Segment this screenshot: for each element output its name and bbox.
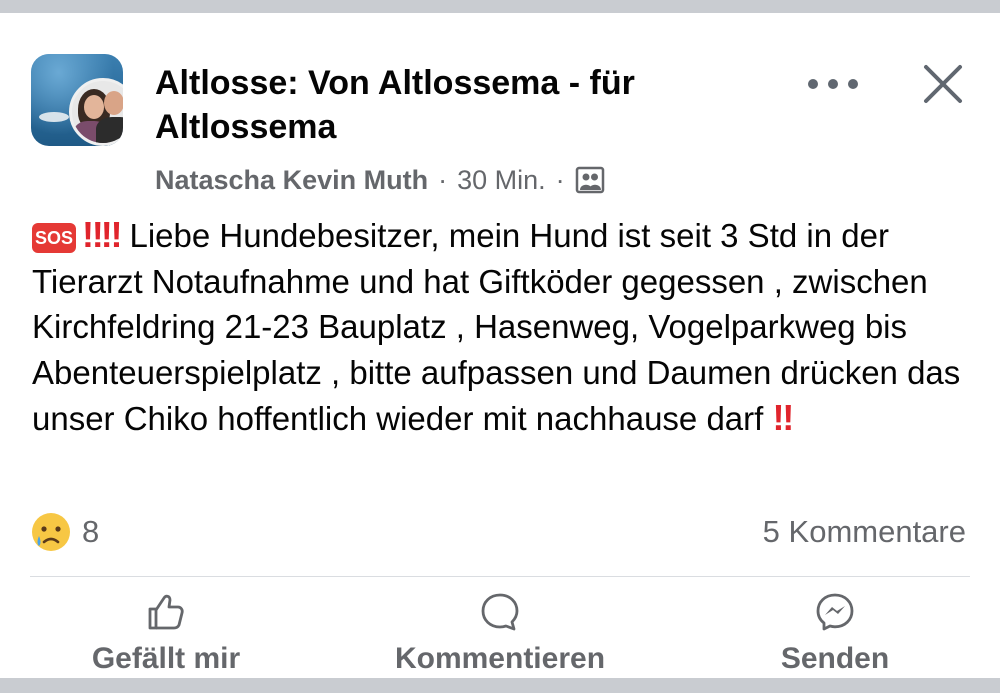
post-message: Liebe Hundebesitzer, mein Hund ist seit … [32, 217, 961, 437]
sos-emoji: SOS [32, 223, 76, 253]
avatar-wave [39, 112, 69, 122]
author-avatar[interactable] [69, 78, 123, 146]
meta-separator: · [438, 165, 448, 195]
dot [828, 79, 838, 89]
close-icon[interactable] [920, 61, 966, 107]
group-avatar[interactable] [31, 54, 123, 146]
thumbs-up-icon [148, 594, 184, 630]
comment-icon [481, 593, 519, 631]
comment-label: Kommentieren [394, 642, 606, 675]
sad-crying-emoji[interactable] [30, 511, 72, 553]
divider [30, 576, 970, 577]
avatar-person-face [84, 95, 104, 119]
group-title[interactable]: Altlosse: Von Altlossema - für Altlossem… [155, 61, 755, 149]
post-text: SOS ‼‼ Liebe Hundebesitzer, mein Hund ist … [32, 212, 972, 442]
send-label: Senden [780, 642, 890, 675]
group-icon [575, 166, 604, 194]
like-label: Gefällt mir [91, 642, 241, 675]
messenger-icon [816, 593, 854, 631]
dot [808, 79, 818, 89]
dot [848, 79, 858, 89]
double-exclamation-emoji: ‼ [772, 397, 794, 438]
avatar-person2-body [96, 117, 123, 143]
like-button[interactable]: Gefällt mir [75, 591, 257, 681]
author-name[interactable]: Natascha Kevin Muth [155, 163, 428, 197]
post-time[interactable]: 30 Min. [457, 163, 546, 197]
comments-count[interactable]: 5 Kommentare [763, 513, 966, 551]
reaction-count[interactable]: 8 [82, 513, 99, 551]
meta-separator: · [555, 165, 565, 195]
avatar-person2-face [104, 91, 123, 115]
comment-button[interactable]: Kommentieren [375, 591, 625, 681]
double-exclamation-emoji: ‼‼ [82, 214, 122, 255]
post-meta: Natascha Kevin Muth · 30 Min. · [155, 163, 605, 197]
send-button[interactable]: Senden [755, 591, 915, 681]
more-options-icon[interactable] [808, 69, 858, 99]
post-card: Altlosse: Von Altlossema - für Altlossem… [0, 13, 1000, 678]
